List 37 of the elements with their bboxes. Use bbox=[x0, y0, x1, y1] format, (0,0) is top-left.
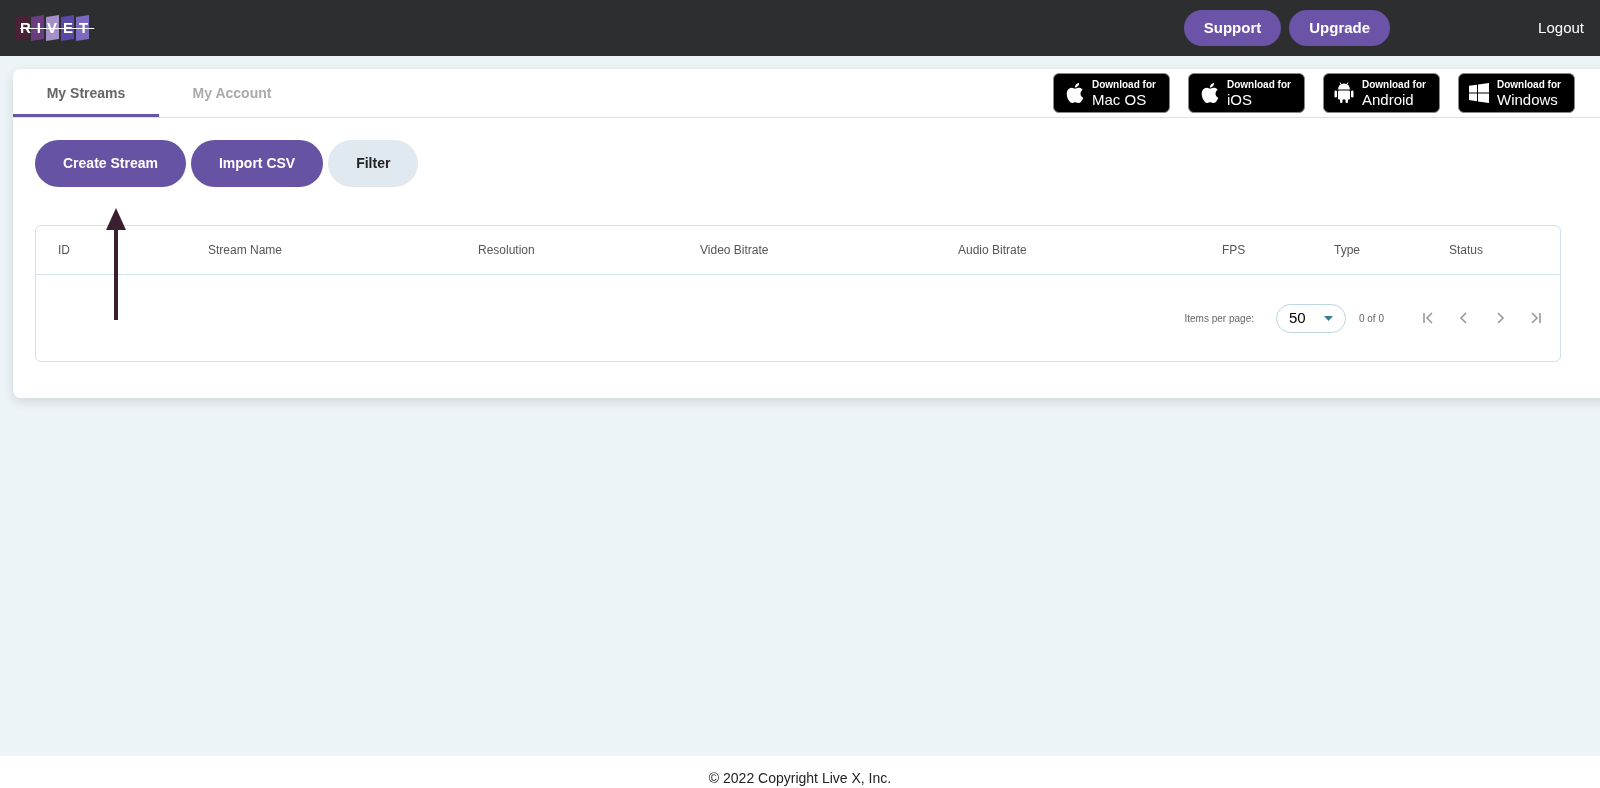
download-badge[interactable]: Download for iOS bbox=[1188, 73, 1305, 113]
badge-caption: Download for bbox=[1497, 79, 1561, 90]
badge-platform: Mac OS bbox=[1092, 91, 1147, 107]
action-button[interactable]: Create Stream bbox=[35, 140, 186, 187]
header-button[interactable]: Support bbox=[1183, 10, 1282, 46]
tab[interactable]: My Streams bbox=[13, 69, 159, 117]
badge-platform: Android bbox=[1362, 91, 1414, 107]
copyright-text: © 2022 Copyright Live X, Inc. bbox=[708, 768, 892, 788]
items-per-page-label: Items per page: bbox=[1184, 311, 1254, 326]
dropdown-caret-icon bbox=[1323, 315, 1333, 321]
download-badge[interactable]: Download for Mac OS bbox=[1053, 73, 1170, 113]
apple-icon bbox=[1064, 81, 1084, 105]
badge-caption: Download for bbox=[1092, 79, 1156, 90]
first-page-icon[interactable] bbox=[1420, 310, 1436, 326]
column-header[interactable]: ID bbox=[58, 243, 70, 257]
column-header[interactable]: Type bbox=[1334, 243, 1360, 257]
column-header[interactable]: Audio Bitrate bbox=[958, 243, 1027, 257]
column-header[interactable]: FPS bbox=[1222, 243, 1246, 257]
column-header[interactable]: Status bbox=[1449, 243, 1484, 257]
column-header[interactable]: Video Bitrate bbox=[700, 243, 769, 257]
apple-icon bbox=[1199, 81, 1219, 105]
last-page-icon[interactable] bbox=[1528, 310, 1544, 326]
badge-caption: Download for bbox=[1227, 79, 1291, 90]
action-button[interactable]: Filter bbox=[328, 140, 419, 187]
badge-caption: Download for bbox=[1362, 79, 1426, 90]
download-badge[interactable]: Download for Windows bbox=[1458, 73, 1575, 113]
badge-platform: iOS bbox=[1227, 91, 1252, 107]
column-header[interactable]: Stream Name bbox=[208, 243, 283, 257]
logout-link[interactable]: Logout bbox=[1538, 16, 1584, 40]
header-button[interactable]: Upgrade bbox=[1289, 10, 1391, 46]
page-range: 0 of 0 bbox=[1358, 311, 1384, 326]
windows-icon bbox=[1469, 83, 1489, 103]
action-button[interactable]: Import CSV bbox=[190, 140, 324, 187]
column-header[interactable]: Resolution bbox=[478, 243, 535, 257]
badge-platform: Windows bbox=[1497, 91, 1558, 107]
android-icon bbox=[1334, 81, 1354, 105]
download-badge[interactable]: Download for Android bbox=[1323, 73, 1440, 113]
